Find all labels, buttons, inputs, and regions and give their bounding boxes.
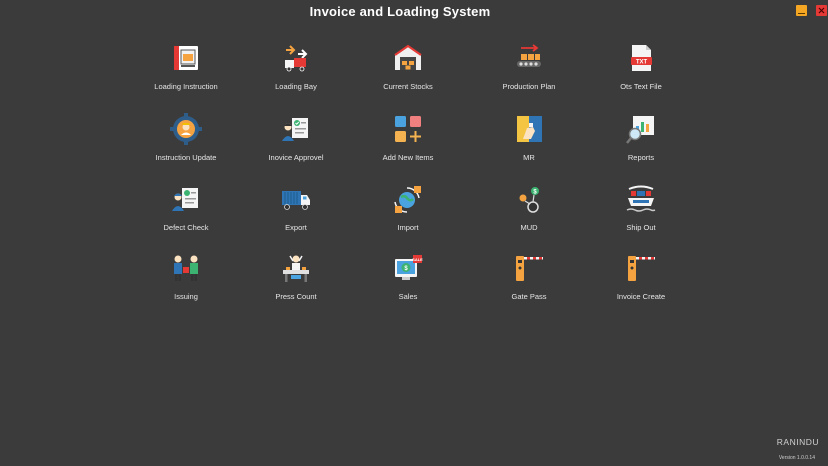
menu-item-export[interactable]: Export [241, 181, 351, 241]
txt-file-icon: TXT [631, 45, 652, 71]
mud-icon: $ [519, 187, 539, 213]
menu-item-label: Ship Out [626, 223, 656, 232]
menu-item-label: Press Count [275, 292, 317, 301]
menu-item-mr[interactable]: MR [474, 111, 584, 171]
menu-item-current-stocks[interactable]: Current Stocks [353, 40, 463, 100]
svg-text:SALE: SALE [412, 257, 423, 262]
menu-item-ots-text-file[interactable]: TXT Ots Text File [586, 40, 696, 100]
menu-item-add-new-items[interactable]: Add New Items [353, 111, 463, 171]
menu-item-gate-pass[interactable]: Gate Pass [474, 250, 584, 310]
menu-item-label: Reports [627, 153, 655, 162]
conveyor-icon [517, 44, 541, 67]
menu-item-label: Loading Bay [275, 82, 317, 91]
menu-item-label: Inovice Approvel [268, 153, 324, 162]
menu-item-label: Export [285, 223, 307, 232]
warehouse-icon [394, 44, 422, 70]
menu-item-reports[interactable]: Reports [586, 111, 696, 171]
menu-item-instruction-update[interactable]: Instruction Update [131, 111, 241, 171]
menu-item-label: Defect Check [163, 223, 209, 232]
sales-icon: $ SALE [395, 255, 423, 280]
menu-item-label: Loading Instruction [154, 82, 218, 91]
press-count-icon [283, 255, 309, 282]
menu-item-loading-bay[interactable]: Loading Bay [241, 40, 351, 100]
menu-item-label: Gate Pass [511, 292, 547, 301]
menu-item-sales[interactable]: $ SALE Sales [353, 250, 463, 310]
version-label: Version 1.0.0.14 [778, 455, 815, 461]
menu-item-mud[interactable]: $ MUD [474, 181, 584, 241]
menu-grid: Loading Instruction Loading Bay Current … [0, 0, 828, 466]
menu-item-label: Invoice Create [616, 292, 666, 301]
menu-item-label: Import [397, 223, 419, 232]
menu-item-defect-check[interactable]: Defect Check [131, 181, 241, 241]
menu-item-import[interactable]: Import [353, 181, 463, 241]
export-truck-icon [282, 191, 310, 210]
mr-icon [517, 116, 542, 142]
menu-item-label: Add New Items [382, 153, 434, 162]
menu-item-ship-out[interactable]: Ship Out [586, 181, 696, 241]
menu-item-label: Sales [398, 292, 418, 301]
menu-item-invoice-create[interactable]: Invoice Create [586, 250, 696, 310]
menu-item-production-plan[interactable]: Production Plan [474, 40, 584, 100]
loading-bay-icon [285, 45, 308, 72]
menu-item-label: Issuing [174, 292, 198, 301]
invoice-create-icon [628, 256, 655, 281]
menu-item-invoice-approval[interactable]: Inovice Approvel [241, 111, 351, 171]
menu-item-label: MUD [520, 223, 538, 232]
approval-icon [282, 118, 308, 141]
ship-out-icon [626, 185, 656, 212]
menu-item-press-count[interactable]: Press Count [241, 250, 351, 310]
menu-item-label: Instruction Update [155, 153, 217, 162]
loading-instruction-icon [174, 46, 198, 70]
menu-item-label: MR [523, 153, 535, 162]
brand-label: RANINDU [776, 437, 819, 447]
menu-item-label: Current Stocks [383, 82, 433, 91]
menu-item-label: Ots Text File [620, 82, 662, 91]
menu-item-issuing[interactable]: Issuing [131, 250, 241, 310]
gate-pass-icon [516, 256, 543, 281]
issuing-icon [174, 255, 198, 281]
gear-worker-icon [170, 113, 202, 145]
svg-text:TXT: TXT [636, 60, 648, 66]
menu-item-loading-instruction[interactable]: Loading Instruction [131, 40, 241, 100]
menu-item-label: Production Plan [502, 82, 556, 91]
add-items-icon [395, 116, 421, 142]
import-globe-icon [394, 186, 421, 213]
defect-check-icon [172, 188, 198, 211]
reports-icon [626, 116, 654, 144]
